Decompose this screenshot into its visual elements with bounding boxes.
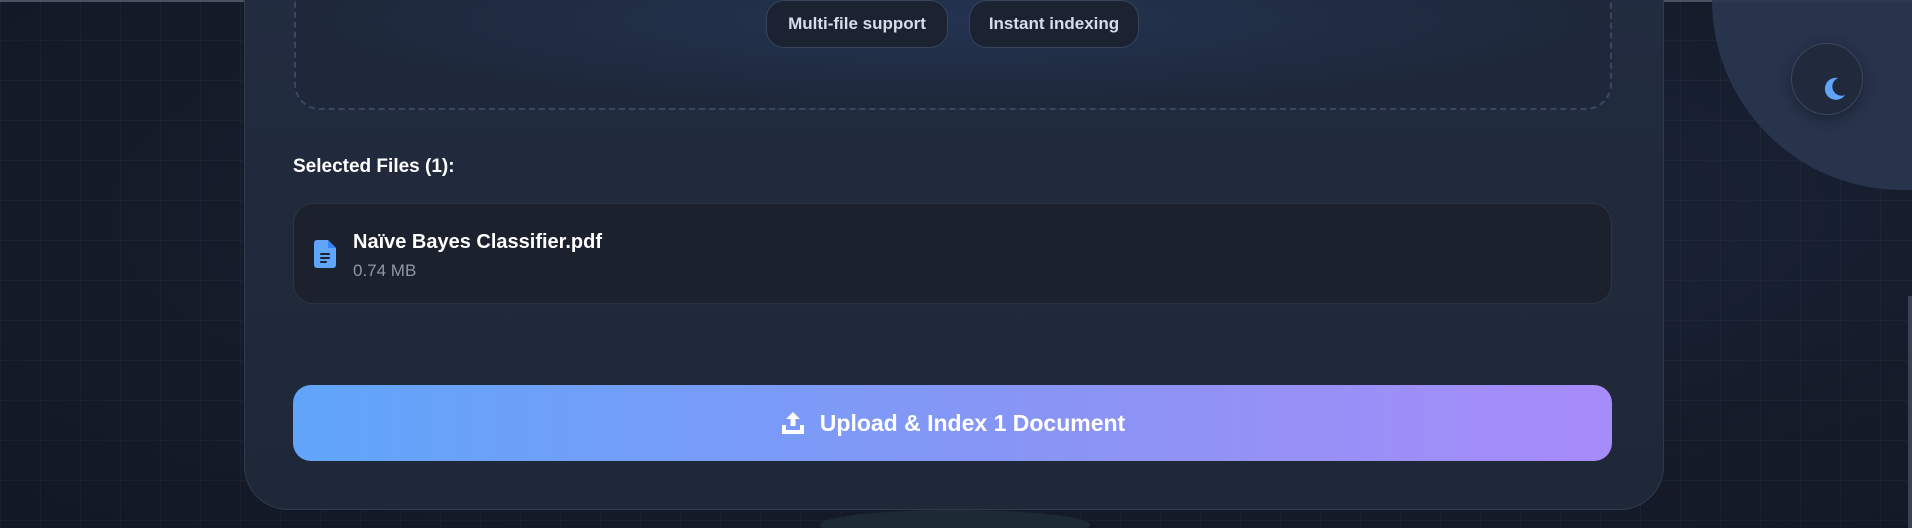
upload-button-label: Upload & Index 1 Document <box>819 409 1126 436</box>
file-name: Naïve Bayes Classifier.pdf <box>353 231 603 253</box>
feature-pill-instant-indexing: Instant indexing <box>969 0 1139 48</box>
selected-file-item: Naïve Bayes Classifier.pdf 0.74 MB <box>293 203 1612 304</box>
file-size: 0.74 MB <box>353 261 417 280</box>
document-icon <box>314 240 336 268</box>
theme-toggle-button[interactable] <box>1791 43 1863 115</box>
selected-files-title: Selected Files (1): <box>293 156 455 177</box>
moon-icon <box>1807 56 1847 102</box>
file-dropzone[interactable] <box>294 0 1612 110</box>
scrollbar[interactable] <box>1908 296 1912 528</box>
feature-pill-multi-file: Multi-file support <box>766 0 948 48</box>
decorative-bottom-glow <box>820 510 1090 528</box>
upload-icon <box>780 410 820 436</box>
upload-index-button[interactable]: Upload & Index 1 Document <box>293 385 1612 461</box>
